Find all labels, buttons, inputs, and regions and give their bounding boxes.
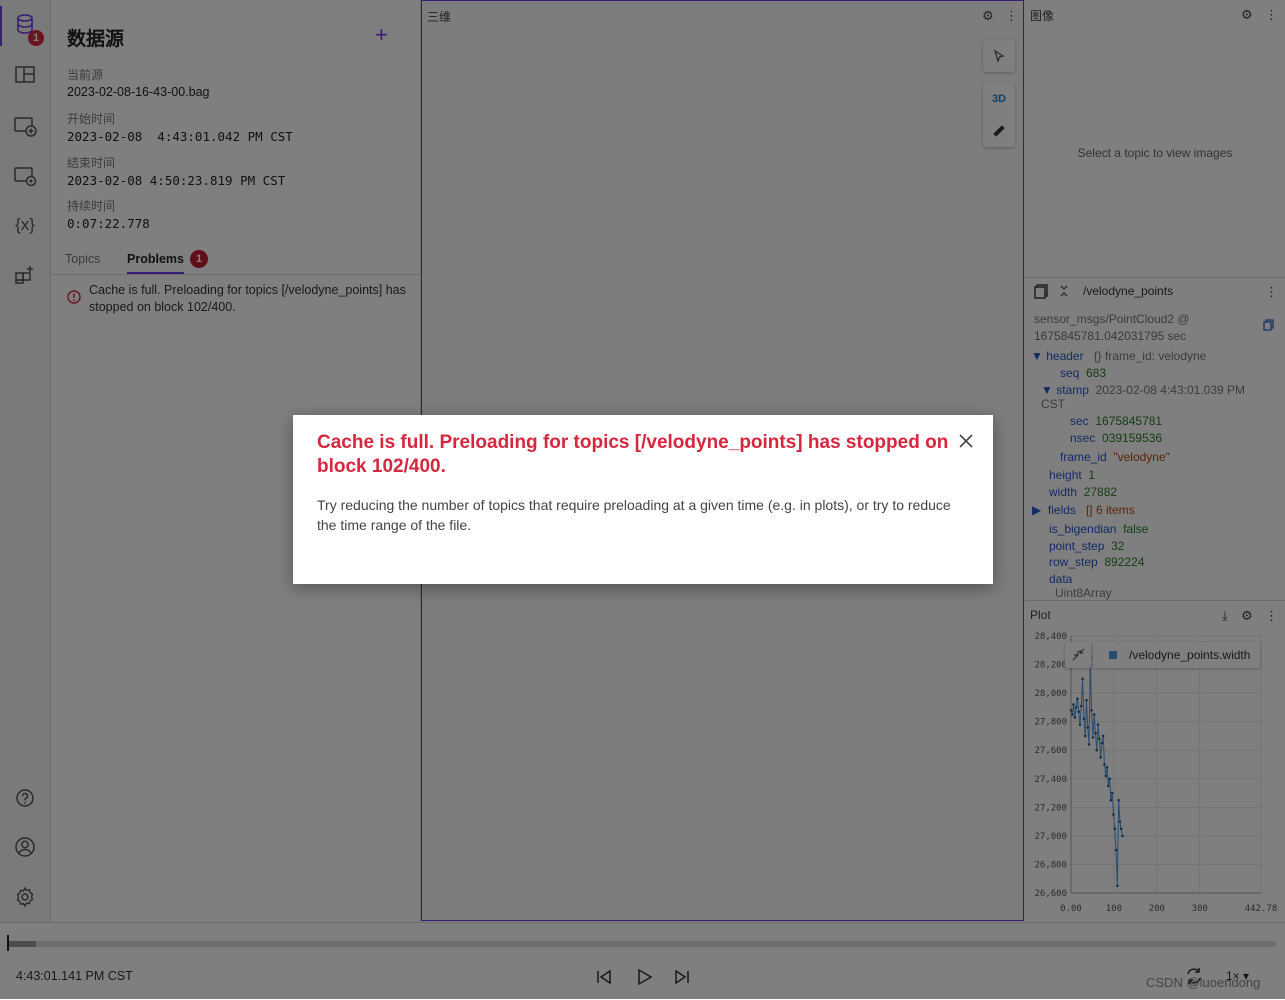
cache-full-dialog: Cache is full. Preloading for topics [/v… (293, 415, 993, 584)
dialog-body: Try reducing the number of topics that r… (317, 497, 951, 533)
dialog-title: Cache is full. Preloading for topics [/v… (317, 432, 949, 477)
close-icon[interactable] (957, 432, 975, 450)
